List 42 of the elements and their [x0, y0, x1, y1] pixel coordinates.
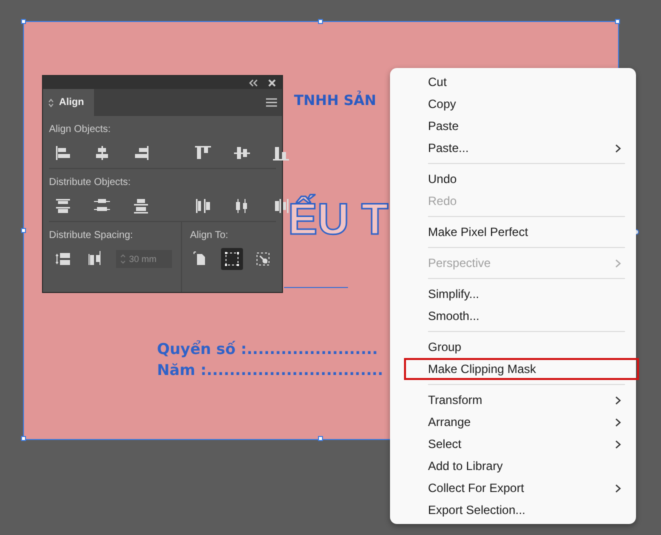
section-label: Align To:: [190, 230, 230, 241]
collapse-icon[interactable]: [248, 78, 258, 86]
close-icon[interactable]: [268, 78, 276, 86]
form-field-label: Quyển số :.......................: [157, 340, 378, 358]
section-label: Distribute Objects:: [49, 177, 132, 188]
chevron-right-icon: [615, 258, 621, 268]
menu-item[interactable]: Transform: [390, 389, 636, 411]
selection-handle[interactable]: [21, 436, 26, 441]
menu-icon[interactable]: [266, 98, 277, 107]
menu-item[interactable]: Smooth...: [390, 305, 636, 327]
selection-bounds-icon[interactable]: [221, 248, 243, 270]
chevron-right-icon: [615, 440, 621, 448]
menu-item[interactable]: Copy: [390, 93, 636, 115]
menu-item[interactable]: Simplify...: [390, 283, 636, 305]
section-label: Distribute Spacing:: [49, 230, 134, 241]
chevron-right-icon: [615, 396, 621, 404]
selection-handle[interactable]: [21, 19, 26, 24]
artboard-title: TNHH SẢN: [294, 93, 376, 109]
menu-item[interactable]: Paste...: [390, 137, 636, 159]
menu-item[interactable]: Arrange: [390, 411, 636, 433]
menu-item[interactable]: Export Selection...: [390, 499, 636, 521]
menu-item[interactable]: Make Clipping Mask: [390, 358, 636, 380]
form-field-label: Năm :...............................: [157, 361, 384, 379]
menu-item[interactable]: Make Pixel Perfect: [390, 221, 636, 243]
menu-item[interactable]: Undo: [390, 168, 636, 190]
menu-item[interactable]: Collect For Export: [390, 477, 636, 499]
up-down-arrows-icon: [48, 98, 54, 108]
menu-item[interactable]: Group: [390, 336, 636, 358]
menu-item[interactable]: Add to Library: [390, 455, 636, 477]
section-label: Align Objects:: [49, 124, 112, 135]
menu-item[interactable]: Paste: [390, 115, 636, 137]
selection-handle[interactable]: [21, 228, 26, 232]
panel-tab[interactable]: Align: [43, 89, 94, 116]
selection-handle[interactable]: [318, 19, 323, 24]
menu-item[interactable]: Cut: [390, 71, 636, 93]
chevron-right-icon: [615, 144, 621, 152]
chevron-right-icon: [615, 484, 621, 492]
chevron-right-icon: [615, 418, 621, 426]
guide-line: [284, 287, 348, 288]
selection-handle[interactable]: [615, 19, 620, 24]
selection-handle[interactable]: [318, 436, 323, 441]
menu-item[interactable]: Select: [390, 433, 636, 455]
